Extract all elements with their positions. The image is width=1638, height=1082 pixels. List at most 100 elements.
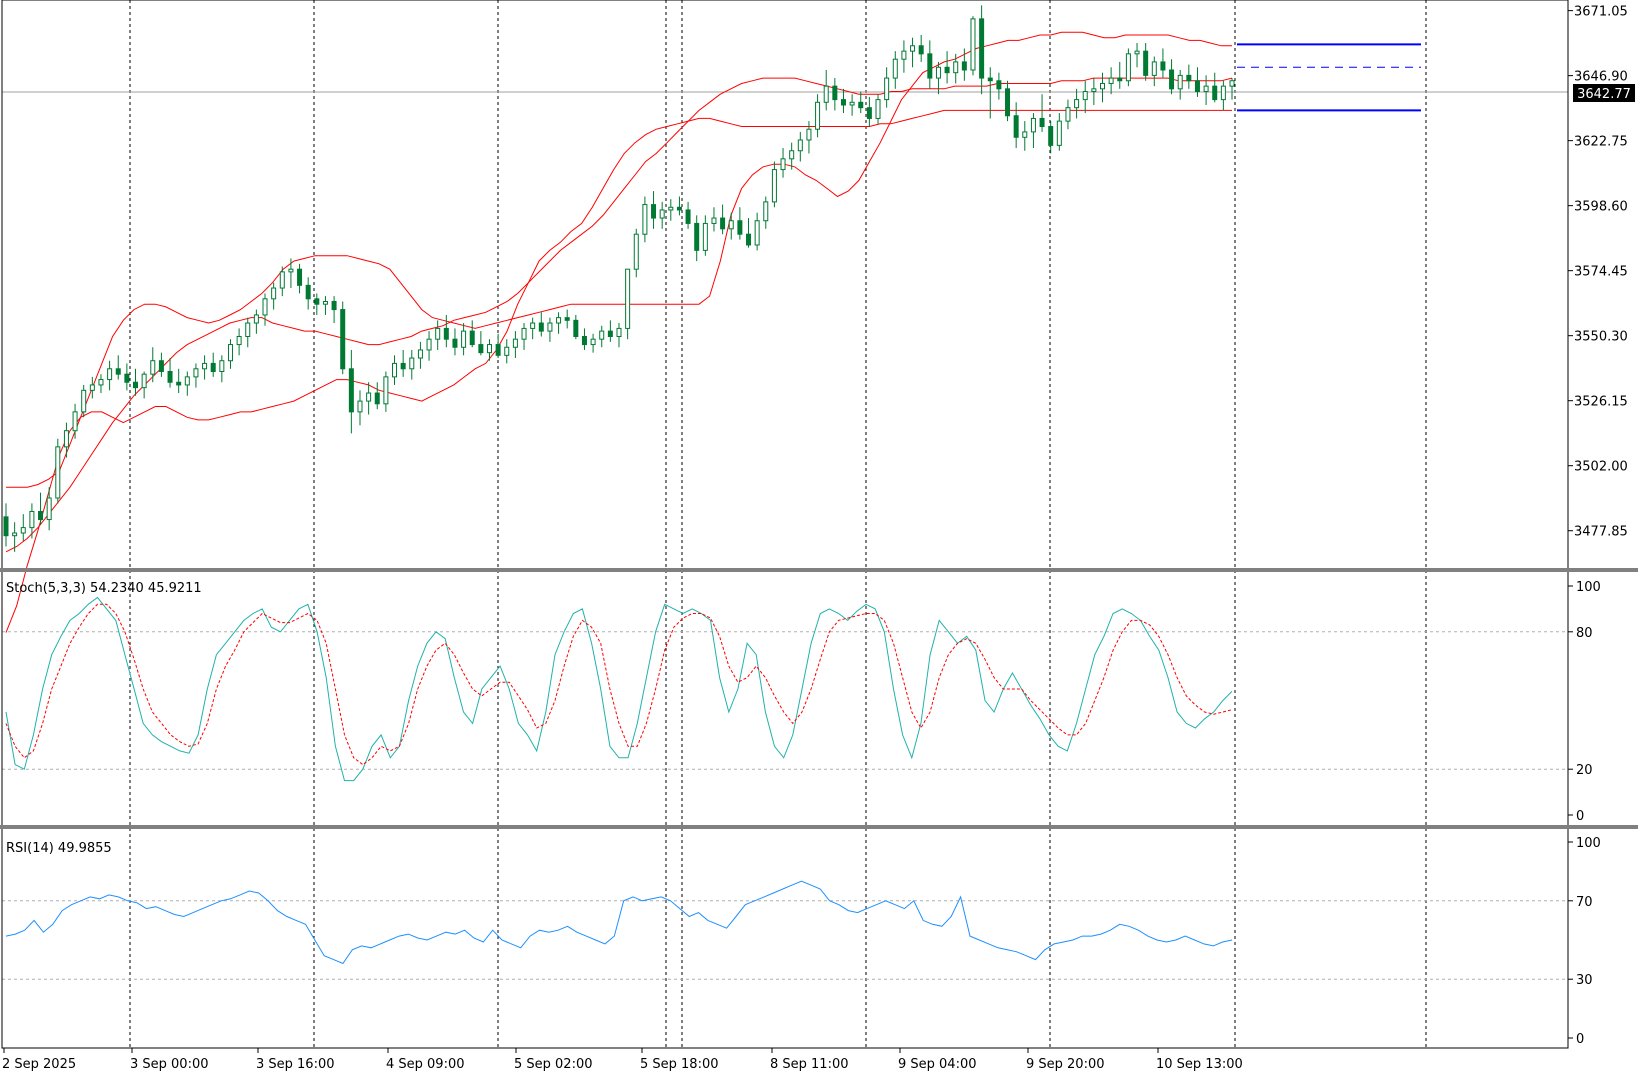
candle-body	[150, 360, 156, 375]
candle-body	[918, 45, 924, 55]
candle-body	[314, 298, 320, 305]
candle-body	[547, 322, 553, 332]
candle-body	[1065, 107, 1071, 122]
candle-body	[478, 344, 484, 354]
candle-body	[1039, 117, 1045, 128]
price-tick-label: 3671.05	[1574, 5, 1628, 20]
chart-background	[0, 0, 1638, 1078]
candle-body	[461, 330, 467, 348]
candle-body	[219, 360, 225, 372]
candle-body	[961, 61, 967, 71]
candle-body	[771, 169, 777, 203]
candle-body	[3, 516, 9, 537]
indicator-tick-label: 100	[1576, 836, 1601, 851]
chart-canvas[interactable]: 3671.05 3646.90 3622.75 3598.60 3574.45 3550.…	[0, 0, 1638, 1078]
candle-body	[426, 338, 432, 351]
candle-body	[1013, 115, 1019, 138]
trading-chart[interactable]: 3671.05 3646.90 3622.75 3598.60 3574.45 3550.…	[0, 0, 1638, 1078]
candle-body	[452, 338, 458, 348]
candle-body	[297, 268, 303, 286]
candle-body	[1143, 50, 1149, 76]
time-tick-label: 4 Sep 09:00	[386, 1057, 465, 1072]
candle-body	[279, 271, 285, 289]
indicator-tick-label: 100	[1576, 580, 1601, 595]
candle-body	[573, 319, 579, 337]
price-tick-label: 3622.75	[1574, 135, 1628, 150]
time-tick-label: 5 Sep 02:00	[514, 1057, 593, 1072]
candle-body	[780, 158, 786, 171]
candle-body	[651, 204, 657, 219]
candle-body	[1082, 91, 1088, 101]
candle-body	[305, 284, 311, 300]
candle-body	[685, 209, 691, 224]
price-tick-label: 3526.15	[1574, 395, 1628, 410]
stoch-label: Stoch(5,3,3) 54.2340 45.9211	[6, 581, 202, 596]
candle-body	[1091, 88, 1097, 93]
candle-body	[1194, 80, 1200, 93]
candle-body	[340, 309, 346, 370]
candle-body	[737, 220, 743, 235]
candle-body	[392, 362, 398, 378]
candle	[340, 301, 346, 375]
candle-body	[202, 362, 208, 370]
candle-body	[1151, 61, 1157, 76]
candle-body	[1229, 80, 1235, 87]
candle-body	[599, 330, 605, 340]
candle-body	[443, 327, 449, 340]
candle-body	[366, 392, 372, 402]
candle-body	[789, 150, 795, 160]
candle-body	[581, 335, 587, 346]
indicator-tick-label: 20	[1576, 763, 1593, 778]
candle	[970, 16, 976, 76]
candle	[1125, 48, 1131, 87]
panel-separator	[0, 825, 1638, 829]
candle-body	[1005, 88, 1011, 117]
candle-body	[133, 381, 139, 389]
rsi-label: RSI(14) 49.9855	[6, 841, 112, 856]
time-tick-label: 8 Sep 11:00	[770, 1057, 849, 1072]
candle-body	[720, 217, 726, 230]
current-price-label: 3642.77	[1577, 87, 1631, 102]
candle-body	[901, 50, 907, 60]
candle-body	[158, 360, 164, 372]
candle-body	[590, 338, 596, 346]
candle-body	[711, 217, 717, 224]
candle-body	[184, 376, 190, 386]
candle-body	[642, 204, 648, 235]
candle-body	[89, 384, 95, 391]
candle-body	[849, 101, 855, 106]
candle-body	[1056, 120, 1062, 146]
candle-body	[538, 322, 544, 332]
candle-body	[927, 53, 933, 79]
candle-body	[556, 317, 562, 324]
candle-body	[107, 368, 113, 381]
price-tick-label: 3574.45	[1574, 265, 1628, 280]
candle-body	[970, 18, 976, 71]
candle-body	[1203, 85, 1209, 93]
candle-body	[935, 66, 941, 79]
candle-body	[141, 373, 147, 389]
indicator-tick-label: 80	[1576, 626, 1593, 641]
candle-body	[400, 362, 406, 370]
candle-body	[858, 101, 864, 109]
candle-body	[728, 220, 734, 230]
candle-body	[633, 233, 639, 270]
candle-body	[357, 400, 363, 413]
candle-body	[20, 527, 26, 534]
candle-body	[953, 61, 959, 74]
candle-body	[167, 370, 173, 383]
candle-body	[12, 532, 18, 537]
candle-body	[797, 139, 803, 152]
candle-body	[1186, 74, 1192, 82]
candle-body	[866, 107, 872, 119]
candle-body	[746, 233, 752, 246]
price-tick-label: 3477.85	[1574, 525, 1628, 540]
time-tick-label: 3 Sep 00:00	[130, 1057, 209, 1072]
time-tick-label: 9 Sep 04:00	[898, 1057, 977, 1072]
candle-body	[1220, 85, 1226, 101]
candle-body	[331, 300, 337, 311]
indicator-tick-label: 30	[1576, 973, 1593, 988]
candle-body	[564, 317, 570, 321]
candle-body	[668, 206, 674, 211]
candle-body	[944, 66, 950, 74]
